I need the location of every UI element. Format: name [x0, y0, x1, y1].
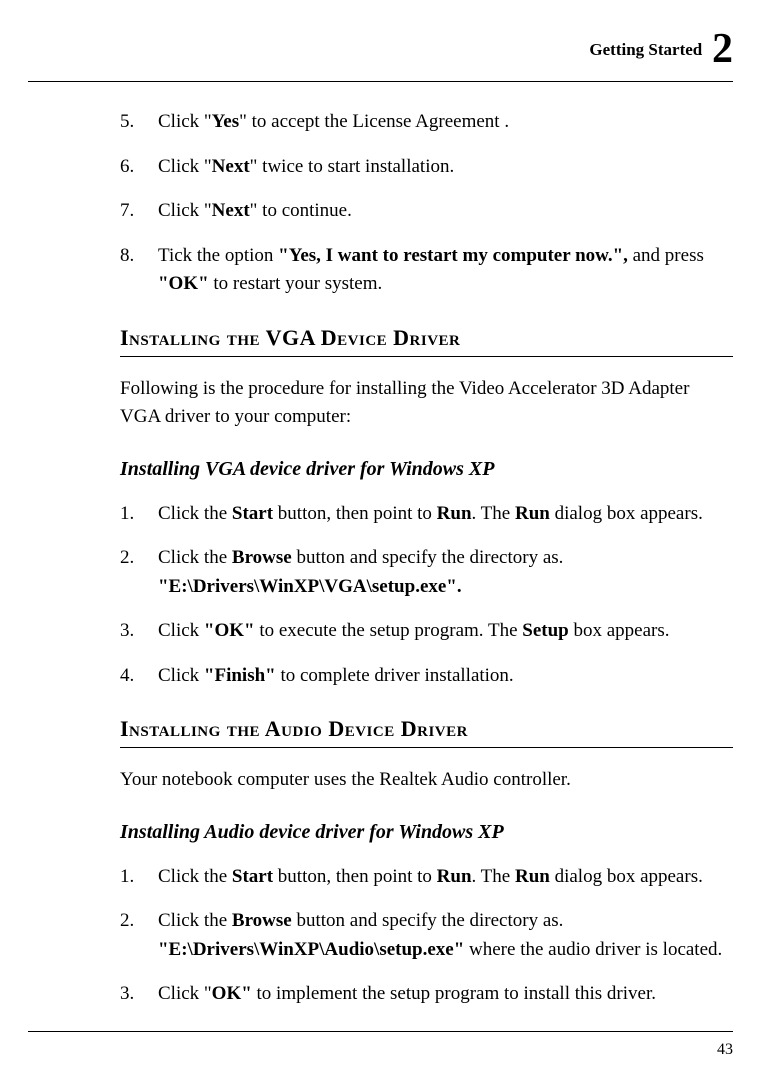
list-item: 8.Tick the option "Yes, I want to restar… [120, 242, 733, 299]
list-item: 6.Click "Next" twice to start installati… [120, 153, 733, 182]
item-text: Tick the option "Yes, I want to restart … [158, 242, 733, 299]
item-number: 7. [120, 197, 158, 226]
item-text: Click "Next" to continue. [158, 197, 733, 226]
list-item: 2.Click the Browse button and specify th… [120, 907, 733, 964]
item-number: 6. [120, 153, 158, 182]
vga-instruction-list: 1.Click the Start button, then point to … [120, 500, 733, 691]
header-title: Getting Started [589, 40, 702, 59]
item-text: Click the Start button, then point to Ru… [158, 863, 733, 892]
audio-intro-paragraph: Your notebook computer uses the Realtek … [120, 766, 733, 795]
item-number: 3. [120, 617, 158, 646]
item-number: 8. [120, 242, 158, 299]
page-number: 43 [717, 1041, 733, 1058]
item-text: Click "Yes" to accept the License Agreem… [158, 108, 733, 137]
item-number: 1. [120, 500, 158, 529]
item-text: Click the Browse button and specify the … [158, 544, 733, 601]
list-item: 2.Click the Browse button and specify th… [120, 544, 733, 601]
vga-intro-paragraph: Following is the procedure for installin… [120, 375, 733, 432]
item-text: Click "Next" twice to start installation… [158, 153, 733, 182]
first-instruction-list: 5.Click "Yes" to accept the License Agre… [120, 108, 733, 299]
list-item: 3.Click "OK" to execute the setup progra… [120, 617, 733, 646]
audio-sub-heading: Installing Audio device driver for Windo… [120, 817, 733, 847]
item-text: Click the Start button, then point to Ru… [158, 500, 733, 529]
page-header: Getting Started 2 [28, 18, 733, 82]
item-number: 2. [120, 544, 158, 601]
audio-instruction-list: 1.Click the Start button, then point to … [120, 863, 733, 1009]
list-item: 1.Click the Start button, then point to … [120, 500, 733, 529]
item-number: 4. [120, 662, 158, 691]
item-number: 5. [120, 108, 158, 137]
item-number: 2. [120, 907, 158, 964]
list-item: 5.Click "Yes" to accept the License Agre… [120, 108, 733, 137]
list-item: 4.Click "Finish" to complete driver inst… [120, 662, 733, 691]
item-text: Click "OK" to implement the setup progra… [158, 980, 733, 1009]
item-text: Click "Finish" to complete driver instal… [158, 662, 733, 691]
list-item: 1.Click the Start button, then point to … [120, 863, 733, 892]
item-number: 1. [120, 863, 158, 892]
item-text: Click "OK" to execute the setup program.… [158, 617, 733, 646]
header-chapter-number: 2 [712, 26, 733, 72]
page-content: 5.Click "Yes" to accept the License Agre… [120, 108, 733, 1025]
vga-sub-heading: Installing VGA device driver for Windows… [120, 454, 733, 484]
item-number: 3. [120, 980, 158, 1009]
item-text: Click the Browse button and specify the … [158, 907, 733, 964]
page-footer: 43 [28, 1031, 733, 1062]
list-item: 3.Click "OK" to implement the setup prog… [120, 980, 733, 1009]
audio-section-heading: Installing the Audio Device Driver [120, 712, 733, 748]
vga-section-heading: Installing the VGA Device Driver [120, 321, 733, 357]
list-item: 7.Click "Next" to continue. [120, 197, 733, 226]
